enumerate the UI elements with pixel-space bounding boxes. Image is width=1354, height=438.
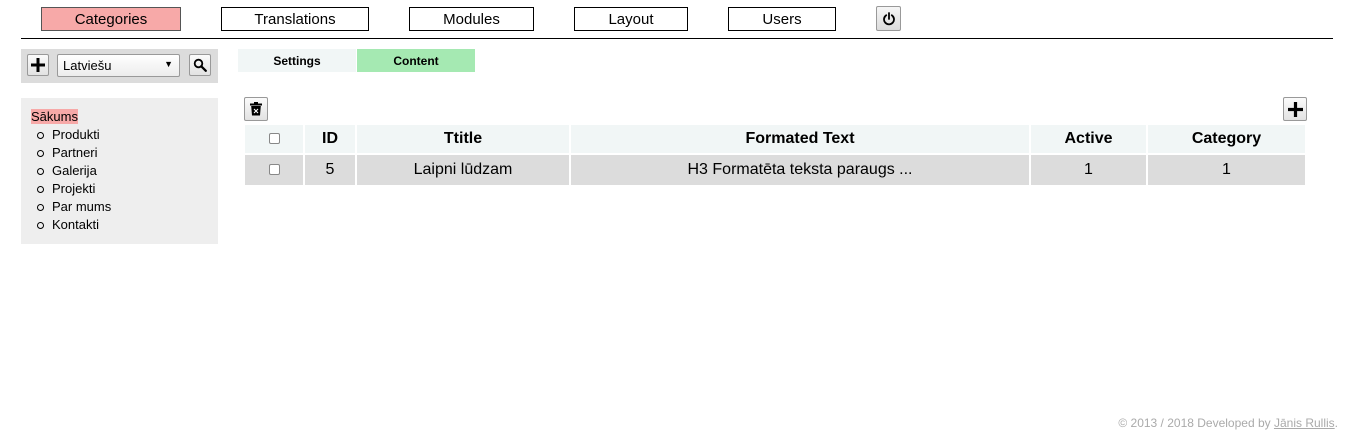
cell-title: Laipni lūdzam — [357, 155, 569, 185]
author-link[interactable]: Jānis Rullis — [1274, 416, 1335, 430]
column-header-active[interactable]: Active — [1031, 125, 1146, 153]
tab-settings[interactable]: Settings — [238, 49, 356, 72]
trash-icon — [250, 102, 262, 116]
nav-translations-button[interactable]: Translations — [221, 7, 369, 31]
tree-children: Produkti Partneri Galerija Projekti Par … — [31, 126, 218, 234]
tree-item[interactable]: Par mums — [37, 198, 218, 216]
tree-item[interactable]: Partneri — [37, 144, 218, 162]
table-header-row: ID Ttitle Formated Text Active Category — [245, 125, 1305, 153]
footer-suffix: . — [1334, 416, 1338, 430]
tree-item[interactable]: Produkti — [37, 126, 218, 144]
language-select[interactable]: Latviešu ▼ — [57, 54, 180, 77]
plus-icon — [31, 58, 45, 72]
row-select-cell — [245, 155, 303, 185]
nav-modules-button[interactable]: Modules — [409, 7, 534, 31]
logout-button[interactable] — [876, 6, 901, 31]
footer-copyright: © 2013 / 2018 Developed by — [1118, 416, 1274, 430]
tree-item[interactable]: Kontakti — [37, 216, 218, 234]
tree-item[interactable]: Galerija — [37, 162, 218, 180]
delete-button[interactable] — [244, 97, 268, 121]
tab-content[interactable]: Content — [357, 49, 475, 72]
search-button[interactable] — [189, 54, 211, 76]
table-row[interactable]: 5 Laipni lūdzam H3 Formatēta teksta para… — [245, 155, 1305, 185]
cell-id: 5 — [305, 155, 355, 185]
language-select-value: Latviešu — [63, 58, 112, 73]
plus-icon — [1287, 101, 1303, 117]
cell-active: 1 — [1031, 155, 1146, 185]
select-all-checkbox[interactable] — [268, 133, 280, 145]
tree-item[interactable]: Projekti — [37, 180, 218, 198]
column-header-category[interactable]: Category — [1148, 125, 1305, 153]
dropdown-arrow-icon: ▼ — [164, 59, 173, 69]
nav-users-button[interactable]: Users — [728, 7, 836, 31]
content-table: ID Ttitle Formated Text Active Category … — [243, 123, 1307, 187]
footer: © 2013 / 2018 Developed by Jānis Rullis. — [1118, 416, 1338, 430]
header-divider — [21, 38, 1333, 39]
column-header-title[interactable]: Ttitle — [357, 125, 569, 153]
search-icon — [193, 58, 207, 72]
nav-categories-button[interactable]: Categories — [41, 7, 181, 31]
add-content-button[interactable] — [1283, 97, 1307, 121]
category-tree: Sākums Produkti Partneri Galerija Projek… — [21, 98, 218, 244]
nav-layout-button[interactable]: Layout — [574, 7, 688, 31]
column-header-id[interactable]: ID — [305, 125, 355, 153]
tree-item-root[interactable]: Sākums — [31, 109, 78, 124]
sidebar-toolbar: Latviešu ▼ — [21, 49, 218, 83]
row-checkbox[interactable] — [268, 164, 280, 176]
power-icon — [882, 11, 895, 25]
cell-text: H3 Formatēta teksta paraugs ... — [571, 155, 1029, 185]
add-category-button[interactable] — [27, 54, 49, 76]
cell-category: 1 — [1148, 155, 1305, 185]
select-all-cell — [245, 125, 303, 153]
column-header-text[interactable]: Formated Text — [571, 125, 1029, 153]
